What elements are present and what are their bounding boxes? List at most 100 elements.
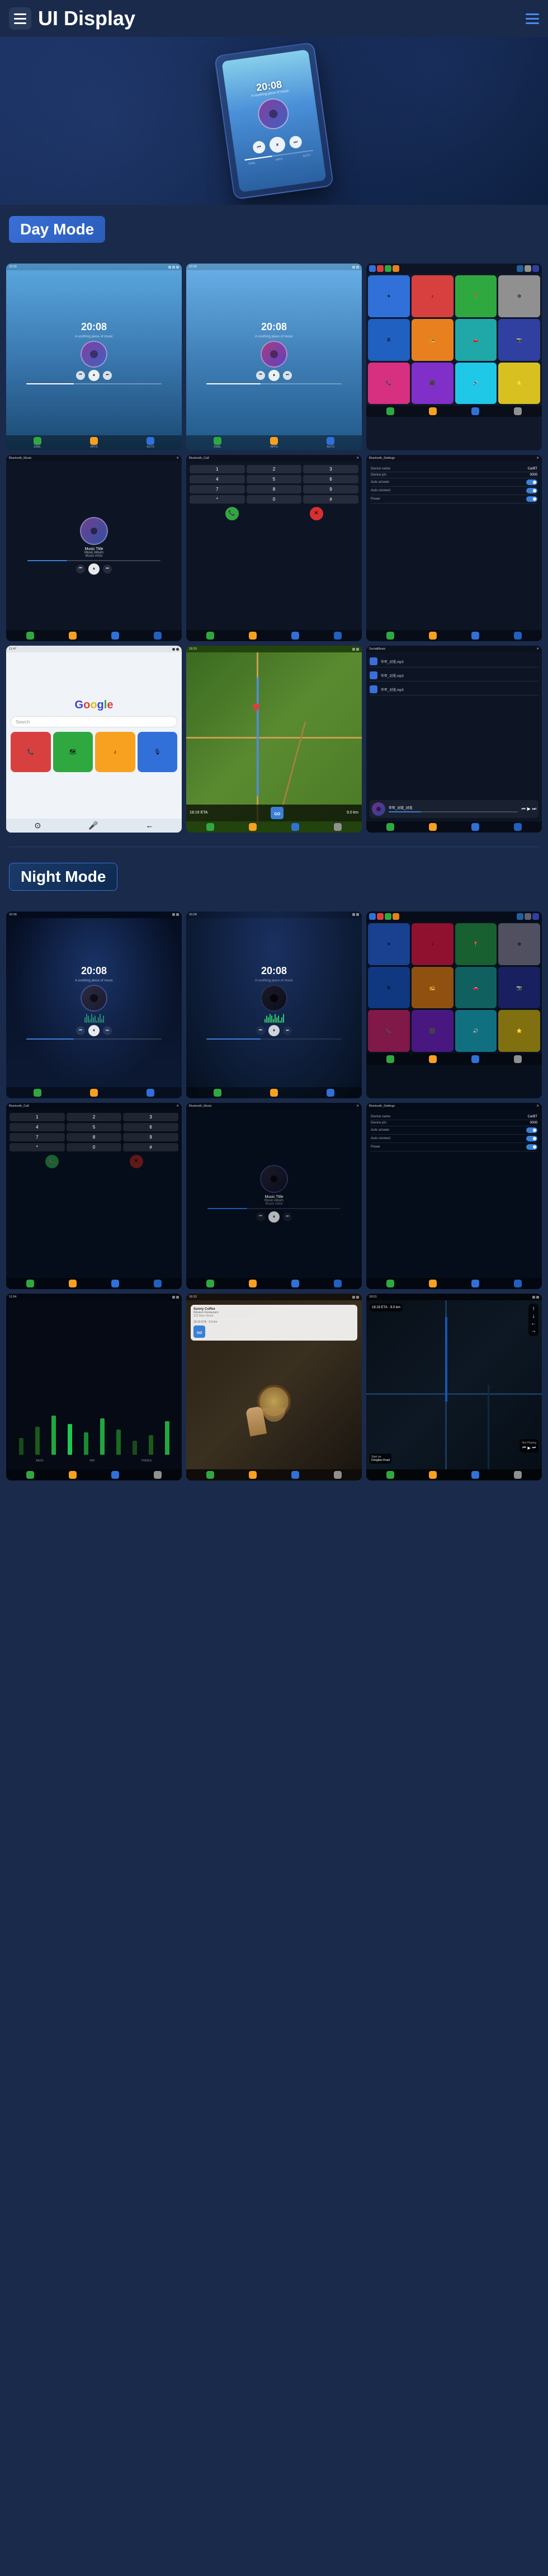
carplay-podcast[interactable]: 🎙 [138, 732, 178, 772]
social-play[interactable]: ▶ [527, 806, 531, 812]
n-dock6-bt[interactable] [514, 1280, 522, 1287]
n-dock5-music[interactable] [249, 1280, 257, 1287]
app-vehicle[interactable]: 🚗 [455, 319, 497, 361]
bt-pause[interactable]: ⏸ [88, 563, 100, 575]
restaurant-go[interactable]: GO [193, 1325, 205, 1338]
app-music[interactable]: ♪ [412, 275, 453, 317]
dock-bt-icon[interactable] [154, 632, 162, 640]
dock3-phone[interactable] [386, 407, 394, 415]
n-bt-prev[interactable]: ⏮ [256, 1212, 265, 1221]
night-bt-settings-close[interactable]: ✕ [536, 1104, 539, 1108]
n-call-btn[interactable]: 📞 [45, 1155, 59, 1168]
night-mini-prev[interactable]: ⏮ [522, 1446, 526, 1450]
app-extra1[interactable]: 🔊 [455, 363, 497, 405]
dock-snal[interactable]: SNAL [34, 437, 41, 449]
n-app-telegram[interactable]: ✈ [368, 923, 410, 965]
dock5-phone[interactable] [386, 632, 394, 640]
n-auto-connect-toggle[interactable] [526, 1136, 537, 1141]
n-dock6-phone[interactable] [386, 1280, 394, 1287]
n-app-settings[interactable]: ⚙ [498, 923, 540, 965]
night-pause2[interactable]: ⏸ [268, 1025, 280, 1036]
n-dock9-nav[interactable] [471, 1471, 479, 1479]
n-dial-9[interactable]: 9 [123, 1133, 178, 1141]
carplay-phone[interactable]: 📞 [11, 732, 51, 772]
bt-settings-close[interactable]: ✕ [536, 457, 539, 460]
dock6-settings[interactable] [334, 823, 342, 831]
n-hangup-btn[interactable]: ✕ [130, 1155, 143, 1168]
social-item1[interactable]: 华年_对花.mp3 [370, 656, 538, 667]
n-dial-8[interactable]: 8 [67, 1133, 122, 1141]
social-close[interactable]: ✕ [536, 647, 539, 651]
n-dock1-phone[interactable] [34, 1089, 41, 1097]
social-item2[interactable]: 华年_对花.mp3 [370, 670, 538, 681]
n-dial-0[interactable]: 0 [67, 1143, 122, 1151]
n-app-apps[interactable]: ⬛ [412, 1010, 453, 1052]
bt-close[interactable]: ✕ [176, 457, 179, 460]
n-bt-pause[interactable]: ⏸ [268, 1211, 280, 1223]
dial-2[interactable]: 2 [247, 465, 302, 473]
menu-icon[interactable] [9, 7, 31, 30]
next2[interactable]: ⏭ [283, 371, 292, 380]
dock3-music[interactable] [429, 407, 437, 415]
dock7-nav[interactable] [471, 823, 479, 831]
pause2[interactable]: ⏸ [268, 370, 280, 381]
night-mini-next[interactable]: ⏭ [532, 1446, 536, 1450]
n-dial-hash[interactable]: # [123, 1143, 178, 1151]
n-dock2-nav[interactable] [327, 1089, 334, 1097]
n-dock2-music[interactable] [270, 1089, 278, 1097]
dock-auto[interactable]: AUTO [147, 437, 154, 449]
n-power-toggle[interactable] [526, 1144, 537, 1150]
carplay-back[interactable]: ← [146, 821, 154, 830]
n-dial-5[interactable]: 5 [67, 1123, 122, 1131]
n-dock9-phone[interactable] [386, 1471, 394, 1479]
call-btn[interactable]: 📞 [225, 507, 239, 520]
n-app-vehicle[interactable]: 🚗 [455, 967, 497, 1009]
dial-0[interactable]: 0 [247, 495, 302, 504]
n-app-bt[interactable]: Ƀ [368, 967, 410, 1009]
nav-go-btn[interactable]: GO [271, 807, 284, 819]
n-app-phone[interactable]: 📞 [368, 1010, 410, 1052]
dock2-auto[interactable]: AUTO [327, 437, 334, 449]
n-dock3-phone[interactable] [386, 1055, 394, 1063]
dock2-snal[interactable]: SNAL [214, 437, 221, 449]
dial-hash[interactable]: # [303, 495, 358, 504]
carplay-music[interactable]: ♪ [95, 732, 135, 772]
dock2-apfs[interactable]: APFS [270, 437, 278, 449]
dial-6[interactable]: 6 [303, 475, 358, 483]
app-apps[interactable]: ⬛ [412, 363, 453, 405]
social-prev[interactable]: ⏮ [521, 806, 525, 812]
n-dial-3[interactable]: 3 [123, 1113, 178, 1121]
google-search-bar[interactable]: Search [11, 716, 177, 727]
n-dock4-nav[interactable] [111, 1280, 119, 1287]
n-app-maps[interactable]: 📍 [455, 923, 497, 965]
night-mini-play[interactable]: ▶ [528, 1446, 531, 1450]
night-bt-music-close[interactable]: ✕ [356, 1104, 359, 1108]
social-item3[interactable]: 华年_对花.mp3 [370, 684, 538, 695]
bt-call-close[interactable]: ✕ [356, 457, 359, 460]
night-next2[interactable]: ⏭ [283, 1026, 292, 1035]
dock7-music[interactable] [429, 823, 437, 831]
n-dial-6[interactable]: 6 [123, 1123, 178, 1131]
night-prev1[interactable]: ⏮ [76, 1026, 85, 1035]
dial-9[interactable]: 9 [303, 485, 358, 493]
nav-toggle[interactable] [526, 13, 539, 24]
dock-phone-icon[interactable] [26, 632, 34, 640]
n-dock4-phone[interactable] [26, 1280, 34, 1287]
prev-btn[interactable]: ⏮ [252, 140, 266, 154]
n-dock7-phone[interactable] [26, 1471, 34, 1479]
dial-star[interactable]: * [190, 495, 245, 504]
social-next[interactable]: ⏭ [532, 806, 536, 812]
auto-answer-toggle[interactable] [526, 480, 537, 485]
play-btn[interactable]: ⏸ [268, 136, 286, 154]
carplay-home[interactable]: ⊙ [34, 821, 41, 830]
bt-prev[interactable]: ⏮ [76, 565, 85, 574]
n-dock5-nav[interactable] [291, 1280, 299, 1287]
dock7-phone[interactable] [386, 823, 394, 831]
n-dock5-phone[interactable] [206, 1280, 214, 1287]
n-dial-7[interactable]: 7 [10, 1133, 65, 1141]
n-auto-answer-toggle[interactable] [526, 1127, 537, 1133]
n-dock8-phone[interactable] [206, 1471, 214, 1479]
power-toggle[interactable] [526, 496, 537, 502]
dock4-nav[interactable] [291, 632, 299, 640]
app-radio[interactable]: 📻 [412, 319, 453, 361]
